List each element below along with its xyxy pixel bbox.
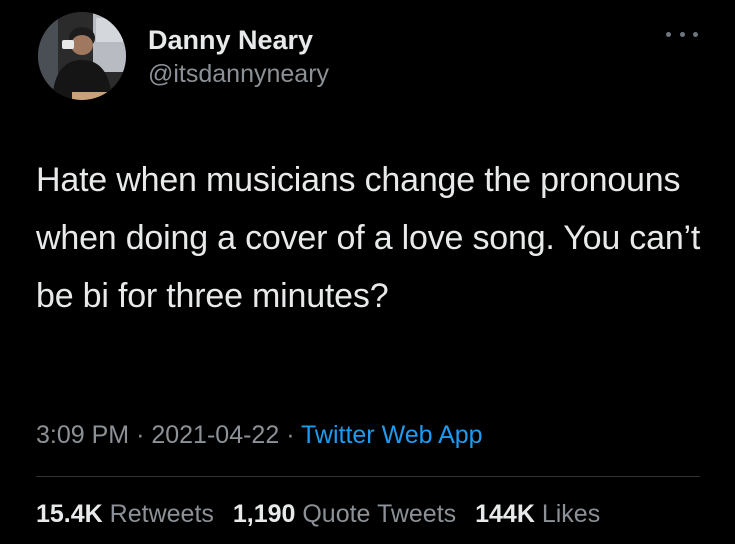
tweet-text: Hate when musicians change the pronouns … <box>36 161 701 315</box>
tweet-date[interactable]: 2021-04-22 <box>151 421 279 449</box>
meta-separator: · <box>136 421 145 449</box>
profile-photo-icon <box>38 12 126 100</box>
tweet: Danny Neary @itsdannyneary Hate when mus… <box>0 0 735 544</box>
retweets-stat[interactable]: 15.4K Retweets <box>36 500 214 528</box>
author-display-name[interactable]: Danny Neary <box>148 24 313 56</box>
quote-tweets-count: 1,190 <box>232 500 296 528</box>
retweets-count: 15.4K <box>36 500 103 528</box>
more-horizontal-icon[interactable] <box>666 24 698 44</box>
avatar[interactable] <box>38 12 126 100</box>
likes-count: 144K <box>475 500 535 528</box>
divider <box>36 476 700 477</box>
retweets-label: Retweets <box>109 500 214 528</box>
engagement-stats: 15.4K Retweets 1,190 Quote Tweets 144K L… <box>36 497 612 531</box>
more-dot <box>693 31 698 37</box>
tweet-source-link[interactable]: Twitter Web App <box>301 421 483 449</box>
meta-separator: · <box>286 421 295 449</box>
likes-stat[interactable]: 144K Likes <box>475 500 600 528</box>
tweet-time[interactable]: 3:09 PM <box>36 421 129 449</box>
quote-tweets-stat[interactable]: 1,190 Quote Tweets <box>233 500 456 528</box>
tweet-metadata: 3:09 PM · 2021-04-22 · Twitter Web App <box>36 418 483 452</box>
quote-tweets-label: Quote Tweets <box>302 500 457 528</box>
author-handle[interactable]: @itsdannyneary <box>148 58 329 90</box>
more-dot <box>666 31 671 37</box>
more-dot <box>679 31 685 37</box>
likes-label: Likes <box>541 500 601 528</box>
